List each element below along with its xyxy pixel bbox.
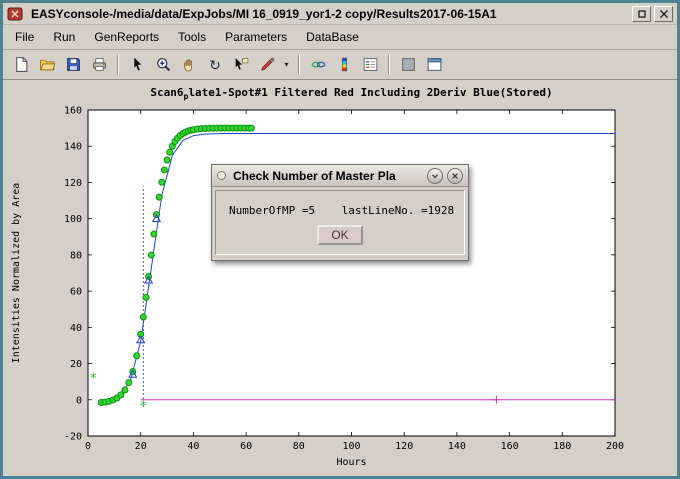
close-icon [659, 9, 669, 19]
dialog-titlebar[interactable]: Check Number of Master Pla [212, 165, 468, 187]
rotate-3d-icon[interactable]: ↻ [203, 53, 227, 77]
brush-icon[interactable] [255, 53, 279, 77]
hide-plot-tools-icon[interactable] [396, 53, 420, 77]
menu-run[interactable]: Run [53, 30, 75, 44]
new-file-icon[interactable] [9, 53, 33, 77]
svg-text:Hours: Hours [336, 457, 366, 468]
rotate-glyph: ↻ [209, 58, 221, 72]
svg-text:0: 0 [85, 441, 91, 452]
window-titlebar[interactable]: EASYconsole-/media/data/ExpJobs/MI 16_09… [3, 3, 677, 25]
window-menu-icon[interactable] [7, 7, 23, 21]
svg-text:120: 120 [395, 441, 413, 452]
svg-text:20: 20 [135, 441, 147, 452]
chart-title-pre: Scan6 [150, 86, 183, 99]
svg-text:100: 100 [64, 214, 82, 225]
svg-text:140: 140 [64, 142, 82, 153]
dialog-body: NumberOfMP =5 lastLineNo. =1928 OK [215, 190, 465, 255]
insert-legend-icon[interactable] [358, 53, 382, 77]
svg-text:*: * [139, 400, 147, 415]
pan-hand-icon[interactable] [177, 53, 201, 77]
plot-canvas[interactable]: 020406080100120140160180200-200204060801… [3, 80, 677, 476]
dialog-check-number-of-master-plates: Check Number of Master Pla NumberOfMP =5… [211, 164, 469, 261]
dialog-shade-button[interactable] [427, 168, 443, 184]
svg-text:100: 100 [342, 441, 360, 452]
dialog-window-icon [217, 171, 226, 180]
menu-genreports[interactable]: GenReports [94, 30, 159, 44]
svg-text:180: 180 [553, 441, 571, 452]
svg-text:-20: -20 [64, 432, 82, 443]
svg-text:40: 40 [70, 323, 82, 334]
svg-text:20: 20 [70, 359, 82, 370]
toolbar-separator [298, 55, 300, 75]
svg-text:80: 80 [70, 250, 82, 261]
dock-figure-icon[interactable] [422, 53, 446, 77]
zoom-in-icon[interactable] [151, 53, 175, 77]
menu-tools[interactable]: Tools [178, 30, 206, 44]
chevron-down-icon [430, 171, 440, 181]
close-button[interactable] [654, 6, 673, 22]
data-cursor-icon[interactable] [229, 53, 253, 77]
dialog-message: NumberOfMP =5 lastLineNo. =1928 [216, 191, 464, 217]
toolbar-separator [117, 55, 119, 75]
svg-text:40: 40 [187, 441, 199, 452]
toolbar-separator [388, 55, 390, 75]
save-icon[interactable] [61, 53, 85, 77]
menubar: File Run GenReports Tools Parameters Dat… [3, 25, 677, 50]
dialog-title: Check Number of Master Pla [233, 169, 423, 183]
svg-text:160: 160 [501, 441, 519, 452]
svg-text:0: 0 [76, 395, 82, 406]
iconify-button[interactable] [632, 6, 651, 22]
svg-text:Intensities Normalized by Area: Intensities Normalized by Area [11, 183, 22, 364]
svg-text:60: 60 [70, 287, 82, 298]
svg-text:200: 200 [606, 441, 624, 452]
insert-colorbar-icon[interactable] [332, 53, 356, 77]
chart-title: Scan6plate1-Spot#1 Filtered Red Includin… [88, 86, 615, 101]
close-icon [450, 171, 460, 181]
edit-plot-icon[interactable] [125, 53, 149, 77]
menu-parameters[interactable]: Parameters [225, 30, 287, 44]
print-icon[interactable] [87, 53, 111, 77]
figure-area: 020406080100120140160180200-200204060801… [3, 80, 677, 476]
chart-title-rest: late1-Spot#1 Filtered Red Including 2Der… [188, 86, 552, 99]
app-window: EASYconsole-/media/data/ExpJobs/MI 16_09… [0, 0, 680, 479]
link-plots-icon[interactable] [306, 53, 330, 77]
svg-text:80: 80 [293, 441, 305, 452]
menu-database[interactable]: DataBase [306, 30, 359, 44]
menu-file[interactable]: File [15, 30, 34, 44]
brush-menu-caret-icon[interactable]: ▾ [281, 53, 292, 77]
svg-text:160: 160 [64, 106, 82, 117]
dialog-close-button[interactable] [447, 168, 463, 184]
svg-text:120: 120 [64, 178, 82, 189]
dialog-ok-button[interactable]: OK [317, 225, 363, 245]
svg-text:140: 140 [448, 441, 466, 452]
figure-toolbar: ↻ ▾ [3, 50, 677, 80]
svg-text:*: * [89, 372, 97, 387]
window-title: EASYconsole-/media/data/ExpJobs/MI 16_09… [31, 7, 629, 21]
svg-text:60: 60 [240, 441, 252, 452]
iconify-icon [637, 9, 647, 19]
open-folder-icon[interactable] [35, 53, 59, 77]
